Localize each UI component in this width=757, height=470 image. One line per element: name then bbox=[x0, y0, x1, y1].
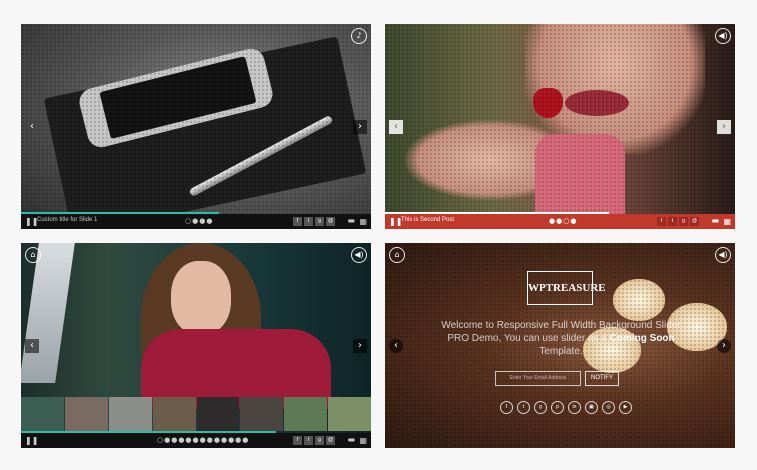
thumbnail-strip bbox=[21, 397, 371, 431]
google-plus-icon[interactable]: g bbox=[679, 217, 688, 226]
home-icon[interactable]: ⌂ bbox=[25, 247, 41, 263]
control-bar: ❚❚ ○●●●●●●●●●●●● f t g @ ▬ ▦ bbox=[21, 433, 371, 448]
email-icon[interactable]: @ bbox=[690, 217, 699, 226]
welcome-line-1: Welcome to Responsive Full Width Backgro… bbox=[441, 320, 681, 331]
youtube-icon[interactable]: ▶ bbox=[619, 401, 632, 414]
facebook-icon[interactable]: f bbox=[293, 436, 302, 445]
social-icons: f t g @ bbox=[657, 217, 699, 226]
twitter-icon[interactable]: t bbox=[668, 217, 677, 226]
minimize-icon[interactable]: ▬ bbox=[347, 435, 355, 444]
google-plus-icon[interactable]: g bbox=[534, 401, 547, 414]
grid-icon[interactable]: ▦ bbox=[723, 217, 731, 226]
thumbnail[interactable] bbox=[108, 397, 152, 431]
pinterest-icon[interactable]: p bbox=[551, 401, 564, 414]
sound-icon[interactable]: ◀) bbox=[715, 247, 731, 263]
twitter-icon[interactable]: t bbox=[304, 436, 313, 445]
minimize-icon[interactable]: ▬ bbox=[711, 216, 719, 225]
pagination-dots[interactable]: ●●○● bbox=[549, 217, 577, 225]
grid-icon[interactable]: ▦ bbox=[359, 436, 367, 445]
thumbnail[interactable] bbox=[240, 397, 284, 431]
pause-icon[interactable]: ❚❚ bbox=[25, 436, 38, 445]
email-icon[interactable]: @ bbox=[326, 436, 335, 445]
thumbnail[interactable] bbox=[284, 397, 328, 431]
twitter-icon[interactable]: t bbox=[517, 401, 530, 414]
slide-caption: Custom title for Slide 1 bbox=[37, 217, 98, 223]
slider-portrait[interactable]: ⌂ ◀) ‹ › ❚❚ ○●●●●●●●●●●●● f t g @ ▬ ▦ bbox=[21, 243, 371, 448]
linkedin-icon[interactable]: in bbox=[568, 401, 581, 414]
sound-icon[interactable]: ◀) bbox=[715, 28, 731, 44]
slide-caption: This is Second Post bbox=[401, 217, 455, 223]
notify-button[interactable]: NOTIFY bbox=[585, 371, 619, 386]
thumbnail[interactable] bbox=[64, 397, 108, 431]
social-circle-icons: f t g p in ▣ ◎ ▶ bbox=[500, 401, 632, 414]
thumbnail[interactable] bbox=[21, 397, 64, 431]
welcome-text: Welcome to Responsive Full Width Backgro… bbox=[433, 319, 689, 358]
pagination-dots[interactable]: ○●●● bbox=[185, 217, 213, 225]
control-bar: ❚❚ Custom title for Slide 1 ○●●● f t g @… bbox=[21, 214, 371, 229]
slider-phone-notebook[interactable]: ♪ ‹ › ❚❚ Custom title for Slide 1 ○●●● f… bbox=[21, 24, 371, 229]
grid-icon[interactable]: ▦ bbox=[359, 217, 367, 226]
facebook-icon[interactable]: f bbox=[293, 217, 302, 226]
strawberry-shape bbox=[533, 88, 563, 118]
flickr-icon[interactable]: ▣ bbox=[585, 401, 598, 414]
prev-arrow-icon[interactable]: ‹ bbox=[25, 338, 39, 353]
next-arrow-icon[interactable]: › bbox=[717, 119, 731, 134]
home-icon[interactable]: ⌂ bbox=[389, 247, 405, 263]
minimize-icon[interactable]: ▬ bbox=[347, 216, 355, 225]
slider-strawberry[interactable]: ◀) ‹ › ❚❚ This is Second Post ●●○● f t g… bbox=[385, 24, 735, 229]
welcome-line-2: PRO Demo, You can use slider as a bbox=[447, 333, 607, 344]
next-arrow-icon[interactable]: › bbox=[353, 338, 367, 353]
next-arrow-icon[interactable]: › bbox=[353, 119, 367, 134]
prev-arrow-icon[interactable]: ‹ bbox=[389, 338, 403, 353]
shirt-shape bbox=[535, 134, 625, 214]
email-icon[interactable]: @ bbox=[326, 217, 335, 226]
social-icons: f t g @ bbox=[293, 217, 335, 226]
social-icons: f t g @ bbox=[293, 436, 335, 445]
pagination-dots[interactable]: ○●●●●●●●●●●●● bbox=[157, 436, 249, 444]
email-input[interactable]: Enter Your Email Address bbox=[495, 371, 581, 386]
slider-coming-soon[interactable]: ⌂ ◀) ‹ › WPTREASURE Welcome to Responsiv… bbox=[385, 243, 735, 448]
thumbnail[interactable] bbox=[196, 397, 240, 431]
twitter-icon[interactable]: t bbox=[304, 217, 313, 226]
brand-logo: WPTREASURE bbox=[527, 271, 606, 305]
dribbble-icon[interactable]: ◎ bbox=[602, 401, 615, 414]
lips-shape bbox=[565, 90, 629, 116]
prev-arrow-icon[interactable]: ‹ bbox=[25, 120, 39, 134]
welcome-line-3: Template. bbox=[539, 346, 583, 357]
face-shape bbox=[171, 261, 231, 335]
next-arrow-icon[interactable]: › bbox=[717, 338, 731, 353]
control-bar: ❚❚ This is Second Post ●●○● f t g @ ▬ ▦ bbox=[385, 214, 735, 229]
google-plus-icon[interactable]: g bbox=[315, 436, 324, 445]
thumbnail[interactable] bbox=[328, 397, 371, 431]
subscribe-form: Enter Your Email Address NOTIFY bbox=[495, 371, 619, 386]
facebook-icon[interactable]: f bbox=[657, 217, 666, 226]
facebook-icon[interactable]: f bbox=[500, 401, 513, 414]
prev-arrow-icon[interactable]: ‹ bbox=[389, 119, 403, 134]
welcome-highlight: Coming Soon bbox=[609, 333, 675, 344]
sound-icon[interactable]: ◀) bbox=[351, 247, 367, 263]
thumbnail[interactable] bbox=[152, 397, 196, 431]
google-plus-icon[interactable]: g bbox=[315, 217, 324, 226]
sound-icon[interactable]: ♪ bbox=[351, 28, 367, 44]
candle-shape bbox=[613, 279, 665, 321]
